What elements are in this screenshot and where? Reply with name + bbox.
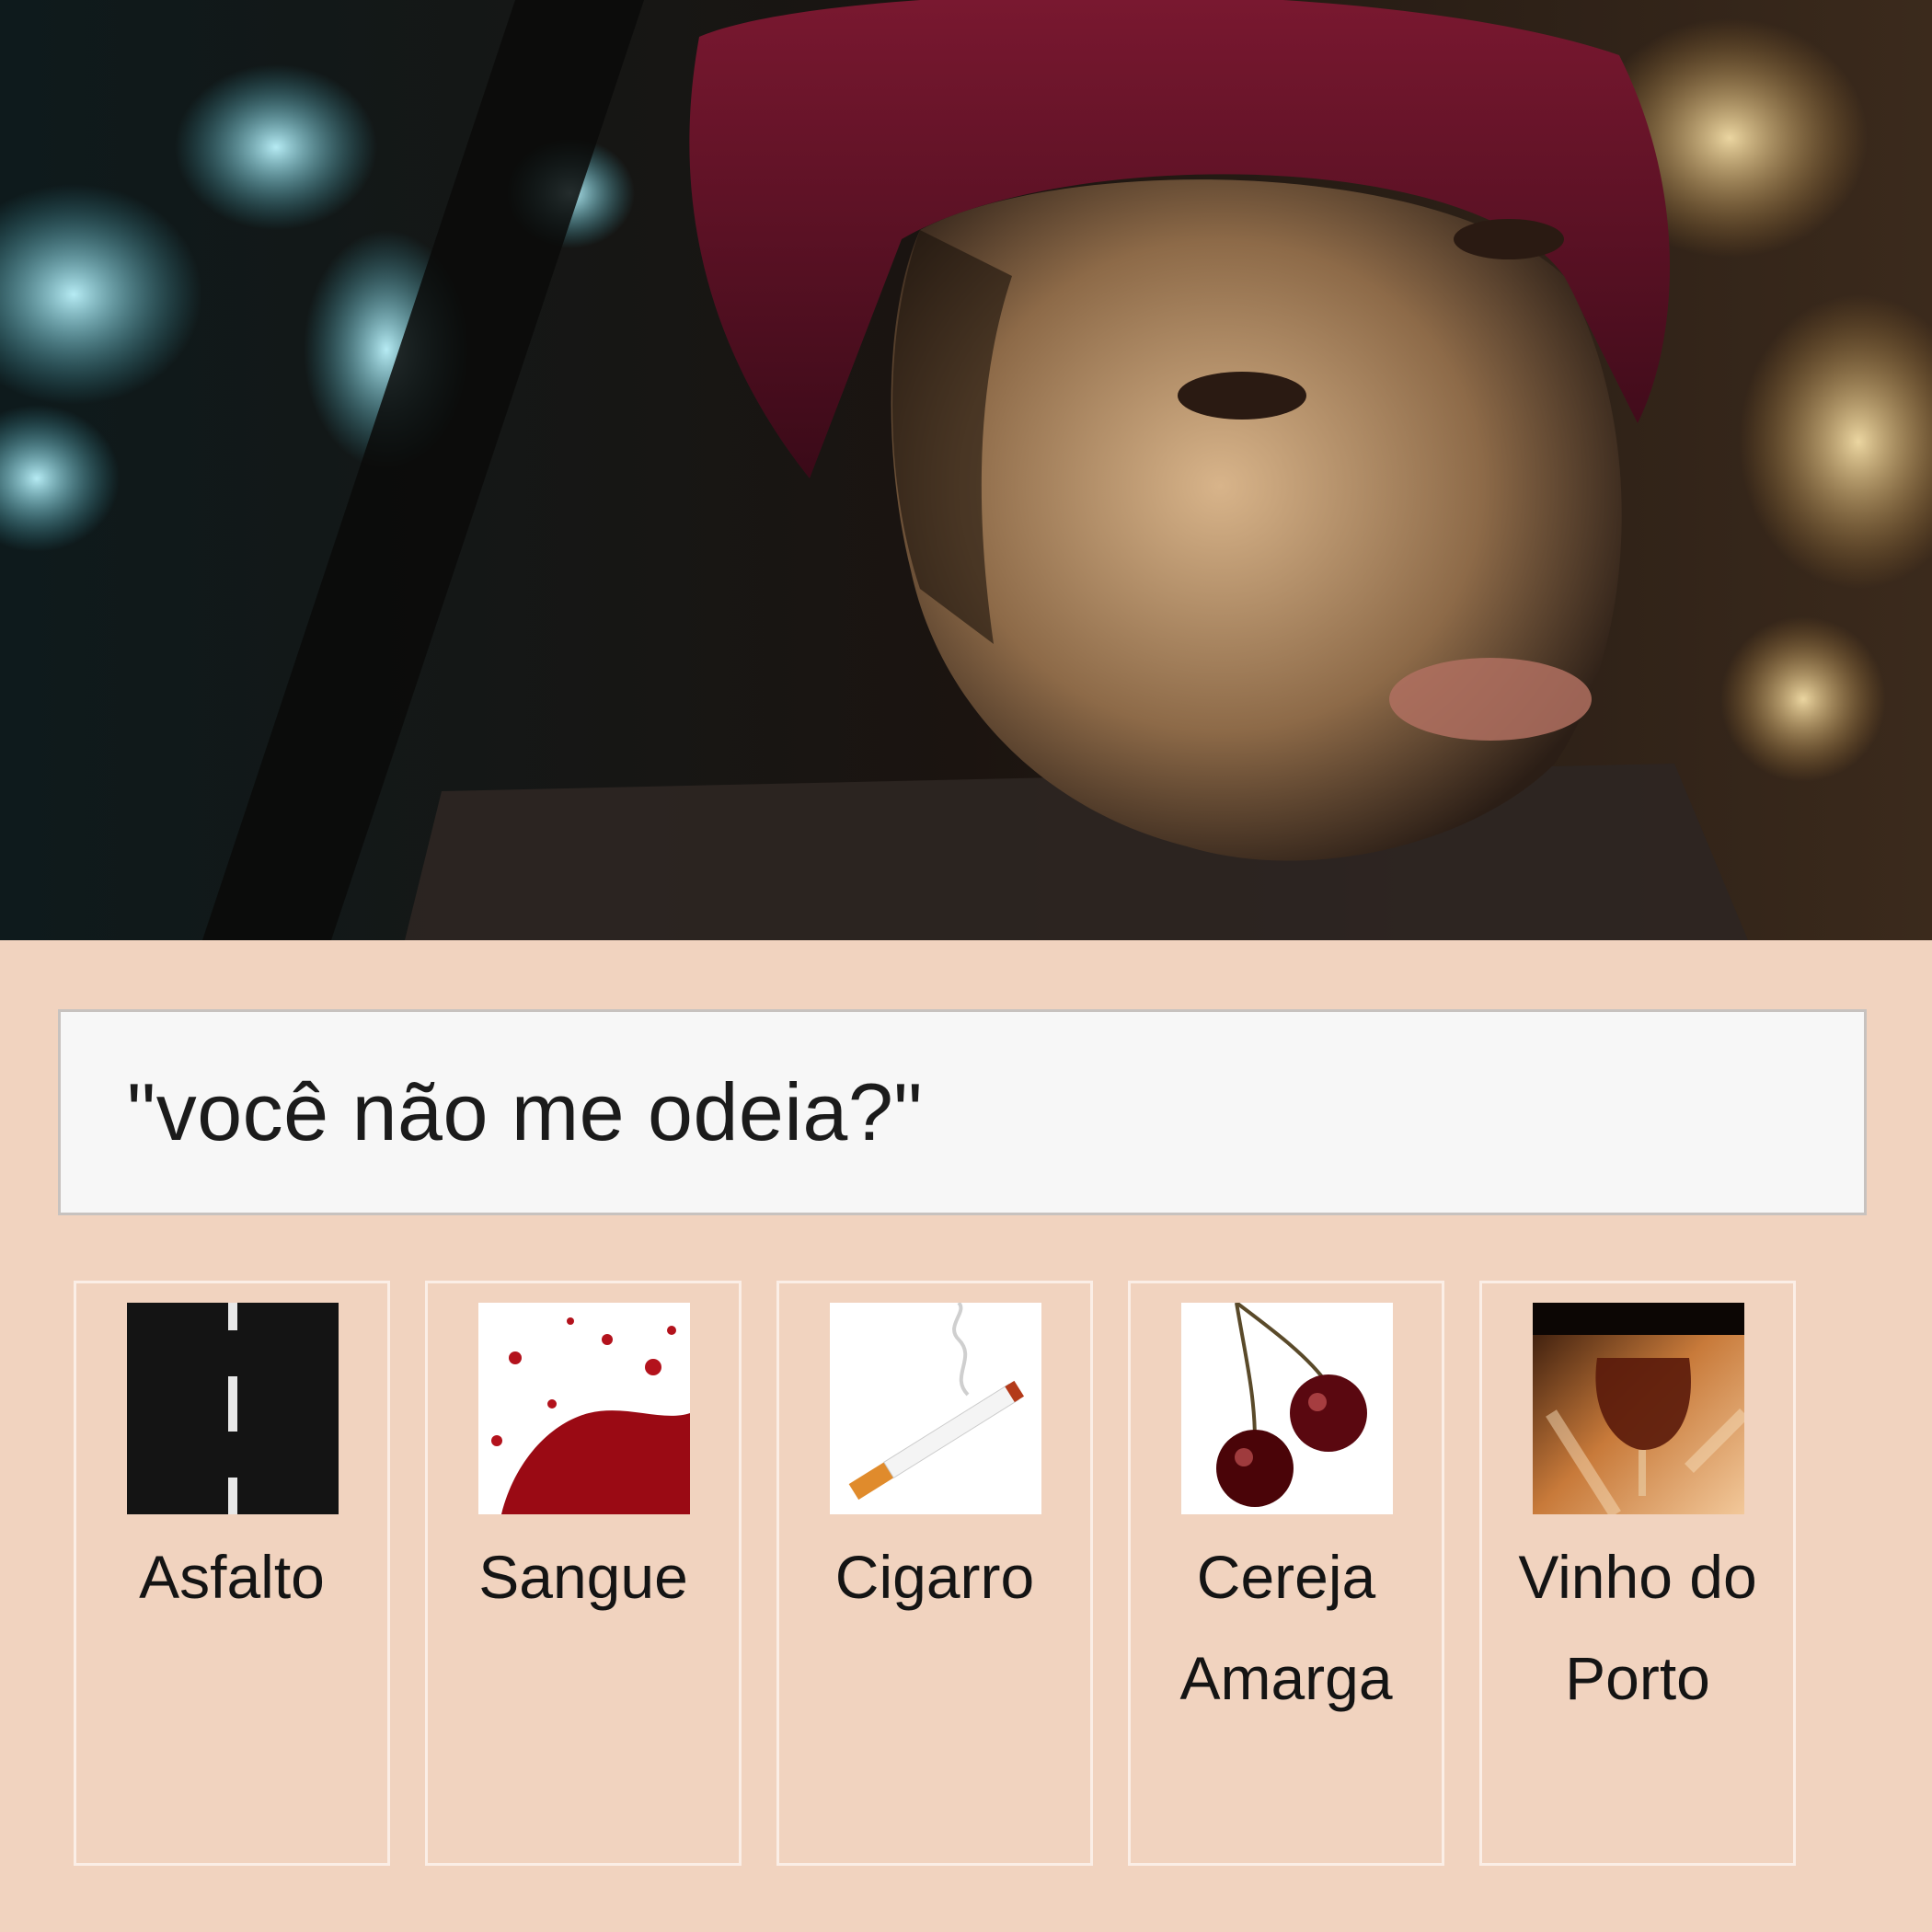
card-label: Vinho do Porto xyxy=(1518,1543,1757,1712)
card-label: Cigarro xyxy=(834,1543,1035,1611)
card-cereja-amarga: Cereja Amarga xyxy=(1128,1281,1444,1866)
card-cigarro: Cigarro xyxy=(776,1281,1093,1866)
cigarette-icon xyxy=(830,1303,1041,1514)
card-label: Asfalto xyxy=(139,1543,325,1611)
asphalt-road-icon xyxy=(127,1303,339,1514)
card-vinho-do-porto: Vinho do Porto xyxy=(1479,1281,1796,1866)
card-asfalto: Asfalto xyxy=(74,1281,390,1866)
card-label: Cereja Amarga xyxy=(1179,1543,1393,1712)
blood-splatter-icon xyxy=(478,1303,690,1514)
wine-glass-icon xyxy=(1533,1303,1744,1514)
card-label: Sangue xyxy=(478,1543,688,1611)
cherry-icon xyxy=(1181,1303,1393,1514)
card-sangue: Sangue xyxy=(425,1281,742,1866)
quote-text: "você não me odeia?" xyxy=(127,1066,924,1157)
hero-photo xyxy=(0,0,1932,940)
quote-box: "você não me odeia?" xyxy=(58,1009,1867,1215)
